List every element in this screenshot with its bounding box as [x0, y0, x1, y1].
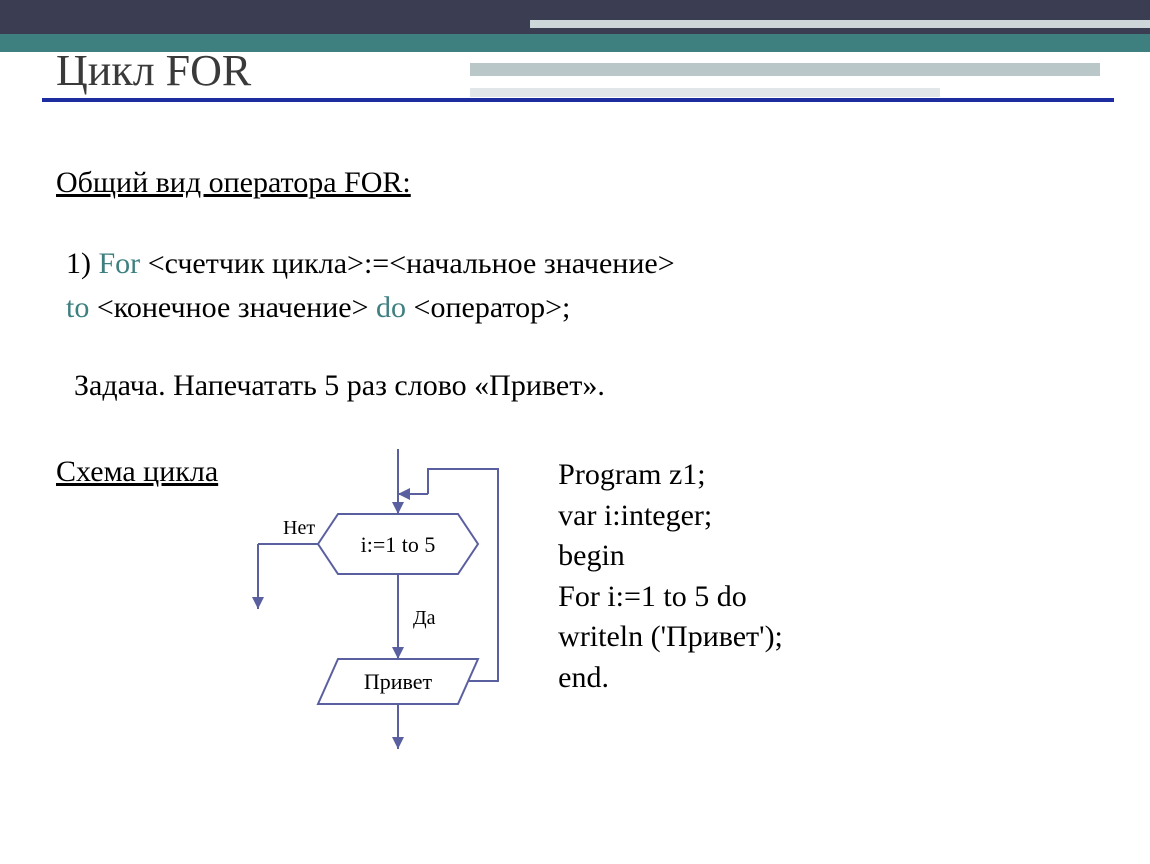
- code-line-1: Program z1;: [558, 458, 705, 491]
- flowchart: i:=1 to 5 Нет Да Привет: [228, 449, 518, 769]
- code-line-3: begin: [558, 539, 625, 572]
- slide-top-band: [0, 0, 1150, 34]
- keyword-do: do: [376, 291, 406, 324]
- branch-yes-label: Да: [413, 607, 436, 629]
- syntax-number: 1): [66, 247, 99, 280]
- scheme-label: Схема цикла: [56, 449, 218, 769]
- task-text: Задача. Напечатать 5 раз слово «Привет».: [74, 369, 1110, 403]
- slide-content: Общий вид оператора FOR: 1) For <счетчик…: [56, 150, 1110, 769]
- loop-condition: i:=1 to 5: [361, 532, 436, 557]
- keyword-for: For: [99, 247, 141, 280]
- code-line-6: end.: [558, 661, 609, 694]
- slide-title: Цикл FOR: [56, 45, 251, 96]
- syntax-part-2: <конечное значение>: [89, 291, 376, 324]
- syntax-part-1: <счетчик цикла>:=<начальное значение>: [140, 247, 674, 280]
- code-line-4: For i:=1 to 5 do: [558, 580, 747, 613]
- loop-body: Привет: [364, 669, 433, 694]
- code-line-2: var i:integer;: [558, 499, 712, 532]
- code-block: Program z1; var i:integer; begin For i:=…: [558, 449, 783, 769]
- keyword-to: to: [66, 291, 89, 324]
- slide-decoration-bar-1: [530, 20, 1150, 28]
- branch-no-label: Нет: [283, 517, 315, 539]
- syntax-part-3: <оператор>;: [406, 291, 570, 324]
- slide-decoration-bar-3: [470, 88, 940, 97]
- title-underline: [42, 98, 1114, 102]
- for-syntax-block: 1) For <счетчик цикла>:=<начальное значе…: [66, 242, 1110, 329]
- slide-decoration-bar-2: [470, 63, 1100, 76]
- code-line-5: writeln ('Привет');: [558, 620, 783, 653]
- section-subheading: Общий вид оператора FOR:: [56, 166, 1110, 200]
